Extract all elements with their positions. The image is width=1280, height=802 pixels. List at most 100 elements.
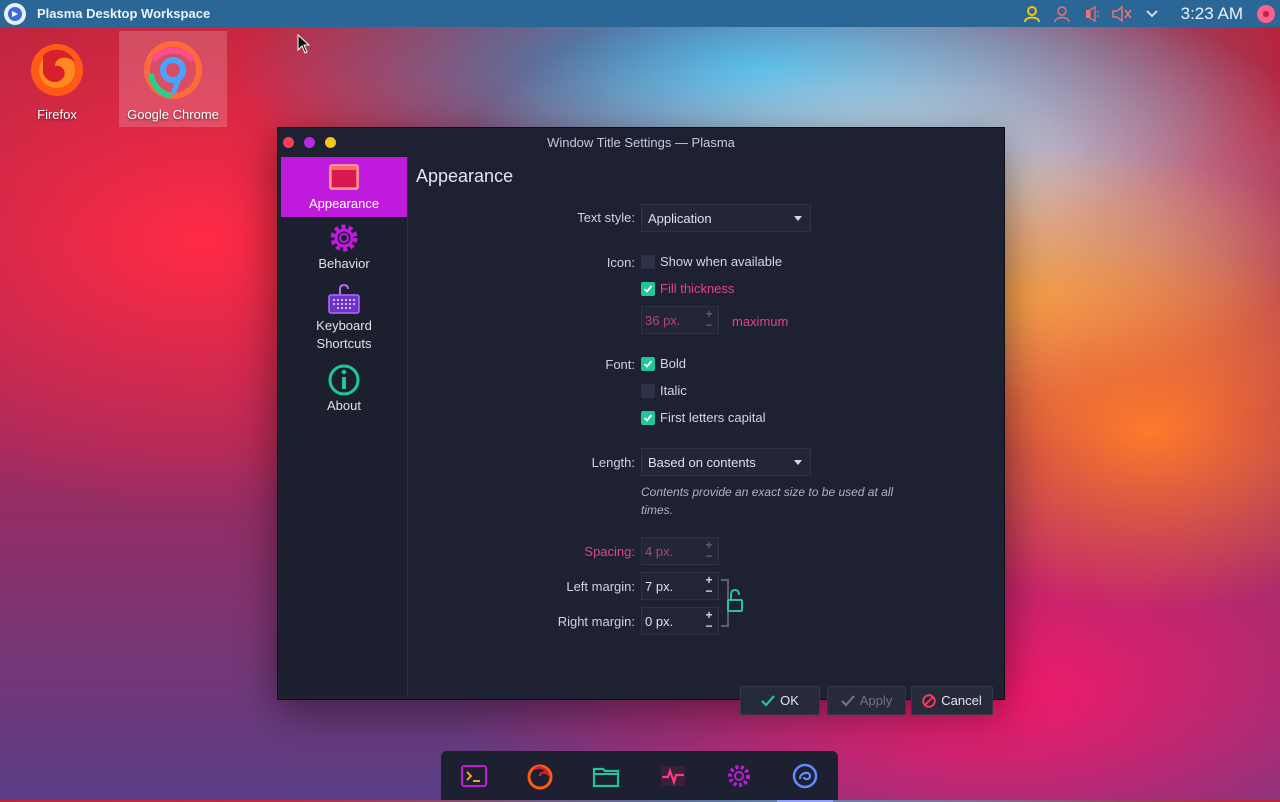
sidebar-item-behavior[interactable]: Behavior	[281, 217, 407, 279]
link-margins-lock-icon[interactable]	[719, 578, 745, 628]
settings-content: Appearance Text style: Application Icon:…	[408, 157, 1000, 715]
spacing-label: Spacing:	[584, 544, 635, 559]
length-combobox[interactable]: Based on contents	[641, 448, 811, 476]
sidebar-item-label: Behavior	[318, 256, 370, 271]
page-title: Appearance	[416, 166, 514, 186]
checkbox-label: Bold	[660, 356, 687, 371]
cancel-button[interactable]: Cancel	[911, 686, 993, 715]
text-style-value: Application	[648, 210, 712, 226]
dock-file-manager[interactable]	[586, 756, 626, 796]
ok-button[interactable]: OK	[740, 686, 820, 715]
application-launcher[interactable]	[4, 2, 26, 25]
apply-button[interactable]: Apply	[827, 686, 906, 715]
cancel-button-label: Cancel	[941, 693, 982, 708]
chevron-down-icon	[794, 216, 802, 221]
folder-icon	[593, 767, 620, 787]
desktop-icon-label: Google Chrome	[127, 107, 219, 122]
sidebar-item-label: About	[327, 398, 361, 413]
sidebar-item-appearance[interactable]: Appearance	[281, 157, 407, 217]
desktop-icon-label: Firefox	[37, 107, 77, 122]
checkbox-label: First letters capital	[660, 410, 766, 425]
maximize-button[interactable]	[325, 137, 336, 148]
cancel-icon	[922, 693, 936, 708]
maximum-label: maximum	[732, 314, 789, 329]
spinbox-value: 4 px.	[645, 543, 674, 559]
dock-settings[interactable]	[719, 756, 759, 796]
checkbox-checked-icon	[641, 281, 655, 296]
sidebar-item-keyboard-shortcuts[interactable]: Keyboard Shortcuts	[281, 279, 407, 359]
spinbox-stepper[interactable]: + −	[704, 609, 714, 632]
user-icon[interactable]	[1021, 4, 1043, 24]
left-margin-spinbox[interactable]: 7 px. + −	[641, 572, 719, 600]
fill-thickness-checkbox[interactable]: Fill thickness	[641, 281, 734, 296]
window-title: Window Title Settings — Plasma	[547, 134, 735, 150]
swirl-icon	[792, 763, 818, 788]
apply-button-label: Apply	[859, 693, 893, 708]
icon-label: Icon:	[606, 255, 635, 270]
activity-icon	[660, 765, 685, 786]
firefox-icon	[31, 44, 83, 96]
top-panel: Plasma Desktop Workspace 3:23 AM	[0, 0, 1280, 27]
checkbox-label: Fill thickness	[660, 281, 735, 296]
gear-icon	[727, 764, 750, 787]
show-when-available-checkbox[interactable]: Show when available	[641, 254, 782, 269]
task-manager-dock	[441, 751, 838, 802]
right-margin-label: Right margin:	[557, 614, 635, 629]
user-switch-icon[interactable]	[1051, 4, 1073, 24]
spinbox-stepper[interactable]: + −	[704, 539, 714, 562]
checkbox-label: Show when available	[660, 254, 783, 269]
clock[interactable]: 3:23 AM	[1181, 4, 1243, 24]
launcher-icon	[8, 6, 22, 21]
first-letters-capital-checkbox[interactable]: First letters capital	[641, 410, 765, 425]
length-value: Based on contents	[648, 454, 756, 470]
settings-sidebar: Appearance Behavior Keyboard Shortcuts A…	[281, 157, 408, 696]
minimize-button[interactable]	[304, 137, 315, 148]
spinbox-stepper[interactable]: + −	[704, 308, 714, 331]
appearance-icon	[329, 164, 359, 190]
info-icon	[328, 364, 360, 396]
spinbox-value: 7 px.	[645, 578, 674, 594]
check-icon	[761, 694, 775, 707]
window-titlebar[interactable]: Window Title Settings — Plasma	[278, 128, 1004, 156]
volume-muted-icon[interactable]	[1111, 4, 1133, 24]
desktop-icon-firefox[interactable]: Firefox	[3, 31, 111, 127]
icon-size-spinbox[interactable]: 36 px. + −	[641, 306, 719, 334]
spinbox-value: 36 px.	[645, 312, 681, 328]
left-margin-label: Left margin:	[566, 579, 635, 594]
dock-firefox[interactable]	[520, 756, 560, 796]
text-style-label: Text style:	[577, 210, 635, 225]
checkbox-unchecked-icon	[641, 383, 655, 398]
sidebar-item-about[interactable]: About	[281, 359, 407, 421]
bold-checkbox[interactable]: Bold	[641, 356, 686, 371]
desktop-icon-google-chrome[interactable]: Google Chrome	[119, 31, 227, 127]
chevron-down-icon[interactable]	[1141, 4, 1163, 24]
spinbox-stepper[interactable]: + −	[704, 574, 714, 597]
right-margin-spinbox[interactable]: 0 px. + −	[641, 607, 719, 635]
chrome-icon	[144, 41, 202, 99]
terminal-icon	[461, 764, 488, 787]
length-description: Contents provide an exact size to be use…	[641, 485, 894, 517]
dock-system-monitor[interactable]	[653, 756, 693, 796]
text-style-combobox[interactable]: Application	[641, 204, 811, 232]
chevron-down-icon	[794, 460, 802, 465]
length-label: Length:	[591, 455, 635, 470]
active-window-title: Plasma Desktop Workspace	[37, 6, 211, 21]
mouse-pointer-icon	[297, 34, 311, 54]
italic-checkbox[interactable]: Italic	[641, 383, 687, 398]
dock-terminal[interactable]	[454, 756, 494, 796]
settings-window: Window Title Settings — Plasma Appearanc…	[277, 127, 1005, 715]
checkbox-checked-icon	[641, 356, 655, 371]
checkbox-unchecked-icon	[641, 254, 655, 269]
gear-icon	[330, 224, 358, 252]
dock-window-title-applet[interactable]	[776, 756, 833, 802]
spacing-spinbox[interactable]: 4 px. + −	[641, 537, 719, 565]
show-desktop-icon[interactable]	[1257, 4, 1275, 23]
close-button[interactable]	[283, 137, 294, 148]
check-icon	[840, 694, 855, 707]
microphone-icon[interactable]	[1081, 4, 1103, 24]
keyboard-icon	[328, 283, 360, 314]
checkbox-checked-icon	[641, 410, 655, 425]
firefox-icon	[527, 764, 553, 789]
sidebar-item-label: Keyboard Shortcuts	[316, 318, 372, 351]
sidebar-item-label: Appearance	[308, 196, 380, 211]
